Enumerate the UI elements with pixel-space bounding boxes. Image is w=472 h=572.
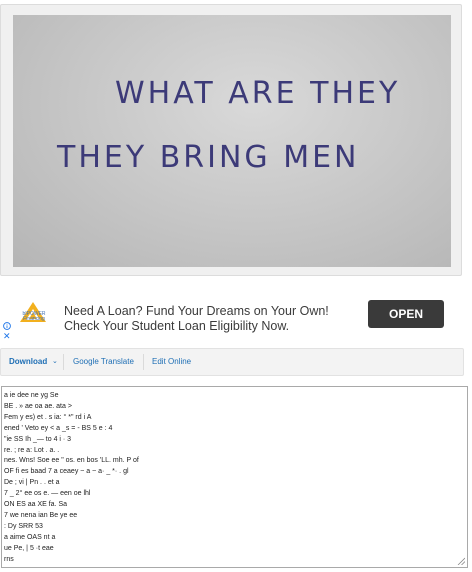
edit-online-link[interactable]: Edit Online xyxy=(152,349,191,375)
toolbar-divider xyxy=(143,354,144,370)
ocr-line: ON ES aa XE fa. Sa xyxy=(4,501,68,509)
photo-line-1: WHAT ARE THEY xyxy=(115,76,400,111)
ocr-line: 7 we nena ian Be ye ee xyxy=(4,511,78,519)
ad-close-icon[interactable]: ✕ xyxy=(3,332,11,341)
google-translate-link[interactable]: Google Translate xyxy=(73,349,134,375)
ocr-line: a ie dee ne yg Se xyxy=(4,392,59,399)
ad-open-button[interactable]: OPEN xyxy=(368,300,444,328)
chevron-down-icon[interactable]: ⌄ xyxy=(52,349,58,375)
ocr-line: a aime OAS nt a xyxy=(4,533,56,541)
ocr-result-textarea[interactable]: a ie dee ne yg Se BE . » ae oa ae. ata >… xyxy=(1,386,468,568)
handwriting-photo: WHAT ARE THEY THEY BRING MEN xyxy=(13,15,451,267)
ad-headline: Need A Loan? Fund Your Dreams on Your Ow… xyxy=(64,304,329,318)
ad-subline: Check Your Student Loan Eligibility Now. xyxy=(64,319,290,333)
ad-logo-sub: Financing xyxy=(23,316,45,322)
ocr-toolbar: Download ⌄ Google Translate Edit Online xyxy=(0,348,464,376)
image-card: WHAT ARE THEY THEY BRING MEN xyxy=(0,4,462,276)
ocr-line: rns xyxy=(4,555,14,563)
ocr-line: OF fi es baad 7 a ceaey ~ a ~ a· _ *· . … xyxy=(4,468,129,476)
resize-grip-icon[interactable] xyxy=(457,557,465,565)
ocr-line: nes. Wns! Soe ee " os. en bos 'LL. mh. P… xyxy=(4,457,139,465)
ocr-line: BE . » ae oa ae. ata > xyxy=(4,402,72,410)
ocr-line: ue Pe, | 5 ·t eae xyxy=(4,544,54,552)
ocr-line: : Dy SRR 53 xyxy=(4,522,43,530)
ocr-line: "ie SS Ih _— to 4 i · 3 xyxy=(4,435,72,443)
ad-info-icon[interactable] xyxy=(3,322,11,330)
ad-copy[interactable]: Need A Loan? Fund Your Dreams on Your Ow… xyxy=(64,304,364,334)
ocr-line: Fem y es) et . s ia: ° *" rd i A xyxy=(4,413,92,421)
ocr-line: De ; vi | Pn . . et a xyxy=(4,479,60,487)
ocr-line: re. ; re a: Lot . a. . xyxy=(4,446,60,454)
ocr-line: ened ' Veto ey < a _s = - BS 5 e : 4 xyxy=(4,424,113,432)
download-button[interactable]: Download xyxy=(9,349,47,375)
ad-logo-text: bIPOWER Financing xyxy=(14,312,54,322)
photo-line-2: THEY BRING MEN xyxy=(56,140,359,175)
toolbar-divider xyxy=(63,354,64,370)
ocr-line: 7 _ 2° ee os e. — een oe lhl xyxy=(4,490,91,498)
ad-banner[interactable]: Need A Loan? Fund Your Dreams on Your Ow… xyxy=(0,284,462,346)
